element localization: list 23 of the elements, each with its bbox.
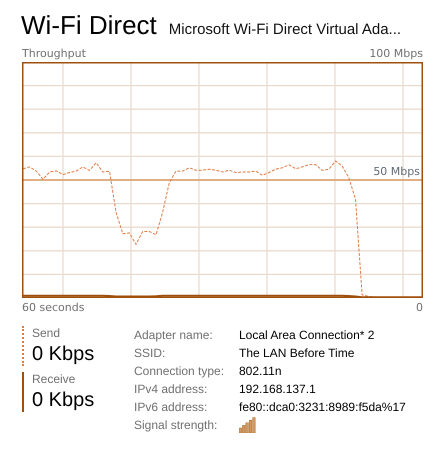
detail-label: SSID: [134, 345, 166, 361]
signal-strength-icon [239, 417, 256, 433]
detail-label: Signal strength: [134, 417, 218, 433]
stat-value: 0 Kbps [32, 343, 94, 366]
detail-label: IPv6 address: [134, 399, 208, 415]
detail-value: 192.168.137.1 [239, 381, 317, 397]
detail-value: Local Area Connection* 2 [239, 327, 376, 343]
scale-label: 50 Mbps [373, 165, 420, 178]
time-label: 0 [416, 300, 423, 314]
detail-value: 802.11n [239, 363, 282, 379]
page-title: Wi-Fi Direct [21, 10, 157, 41]
time-label: 60 seconds [22, 300, 84, 314]
detail-value: The LAN Before Time [239, 345, 356, 361]
chart-title: Throughput [22, 46, 86, 60]
detail-value: fe80::dca0:3231:8989:f5da%17 [239, 399, 406, 415]
detail-label: Connection type: [134, 363, 226, 379]
stat-label: Send [32, 326, 62, 340]
detail-label: Adapter name: [134, 327, 214, 343]
scale-label: 100 Mbps [369, 46, 423, 60]
adapter-name: Microsoft Wi-Fi Direct Virtual Ada... [168, 21, 402, 38]
stat-label: Receive [32, 372, 76, 386]
detail-label: IPv4 address: [134, 381, 208, 397]
stat-value: 0 Kbps [32, 389, 94, 412]
